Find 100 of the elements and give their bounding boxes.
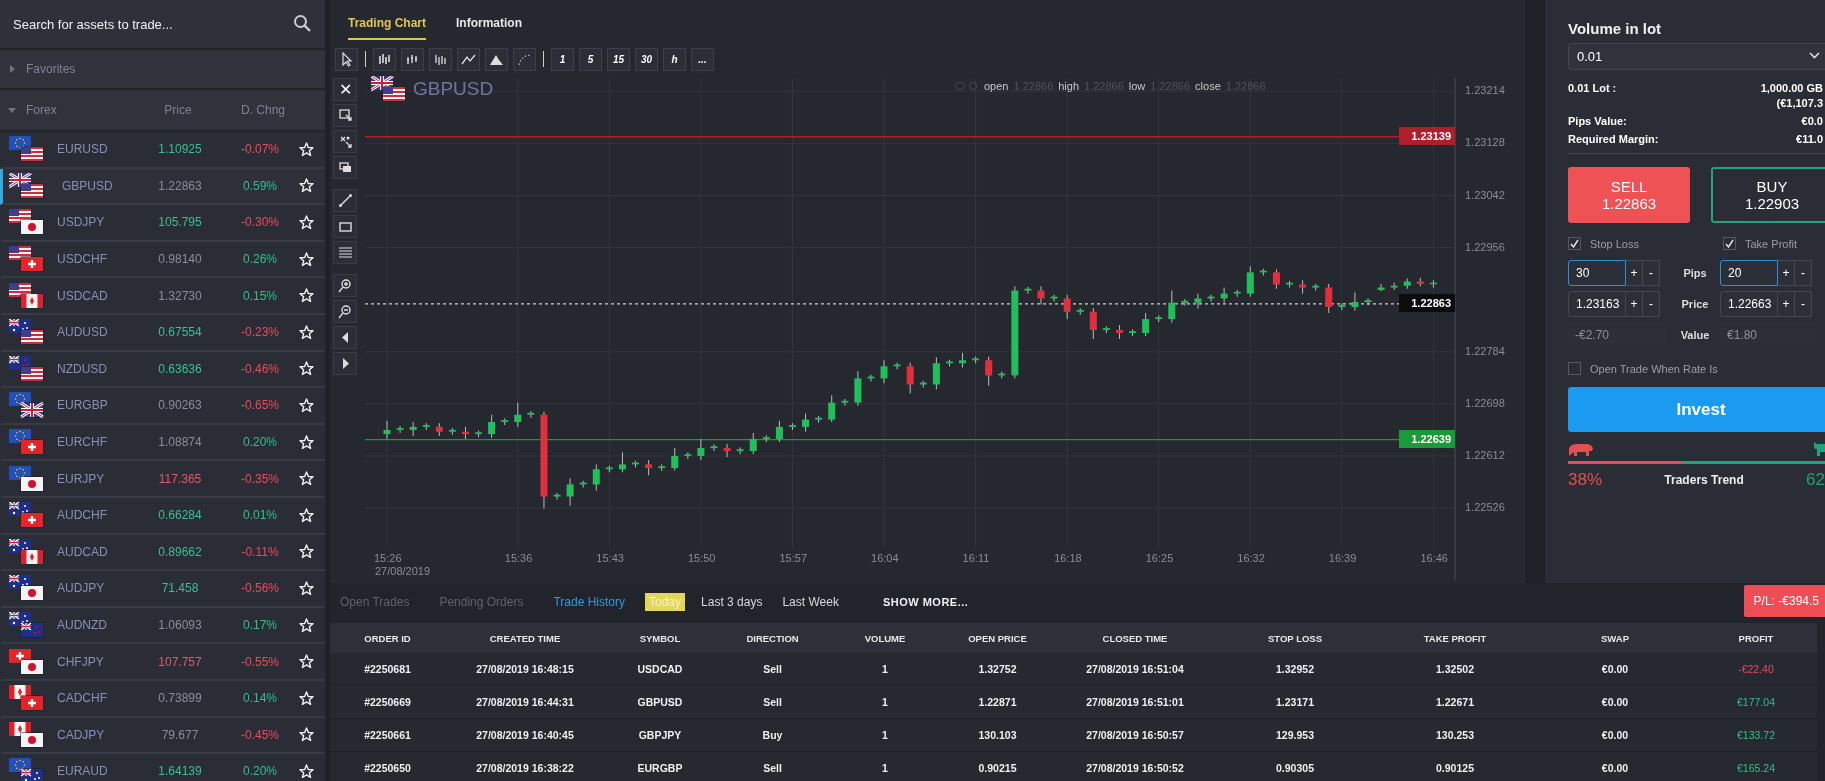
table-cell: 27/08/2019 16:38:22 xyxy=(445,752,605,781)
asset-symbol: CADCHF xyxy=(57,691,108,706)
stepper-button[interactable]: - xyxy=(1643,291,1660,317)
price-axis-label: 1.23214 xyxy=(1465,84,1505,97)
star-icon[interactable] xyxy=(299,471,314,487)
asset-row[interactable]: CHFJPY 107.757 -0.55% xyxy=(0,644,325,681)
number-field[interactable]: 20 xyxy=(1720,260,1778,286)
asset-row[interactable]: EURGBP 0.90263 -0.65% xyxy=(0,388,325,425)
drawing-tool-button[interactable] xyxy=(333,104,357,127)
timeframe-button[interactable]: ... xyxy=(691,47,714,71)
stepper-button[interactable]: + xyxy=(1626,260,1643,286)
asset-row[interactable]: EURAUD 1.64139 0.20% xyxy=(0,754,325,781)
table-cell: 0.90125 xyxy=(1375,752,1535,781)
pointer-button[interactable] xyxy=(335,47,358,71)
drawing-tool-button[interactable] xyxy=(333,274,357,297)
period-filter[interactable]: Last Week xyxy=(778,593,843,611)
chart-tab[interactable]: Trading Chart xyxy=(348,16,426,40)
drawing-tool-button[interactable] xyxy=(333,156,357,179)
stepper-button[interactable]: - xyxy=(1795,260,1812,286)
drawing-tool-button[interactable] xyxy=(333,130,357,153)
chart-type-button[interactable] xyxy=(457,47,480,71)
checkbox-label: Stop Loss xyxy=(1590,237,1639,250)
drawing-tool-button[interactable] xyxy=(333,189,357,212)
asset-row[interactable]: CADJPY 79.677 -0.45% xyxy=(0,717,325,755)
trades-tab[interactable]: Trade History xyxy=(553,595,625,609)
timeframe-button[interactable]: 15 xyxy=(607,47,630,71)
asset-row[interactable]: AUDJPY 71.458 -0.56% xyxy=(0,571,325,608)
stepper-button[interactable]: - xyxy=(1795,291,1812,317)
stepper-button[interactable]: + xyxy=(1778,291,1795,317)
star-icon[interactable] xyxy=(299,617,314,633)
candlestick xyxy=(514,402,522,428)
number-field[interactable]: 1.23163 xyxy=(1568,291,1626,317)
drawing-tool-button[interactable] xyxy=(333,326,357,349)
checkbox[interactable] xyxy=(1568,362,1581,375)
timeframe-button[interactable]: 5 xyxy=(579,47,602,71)
asset-row[interactable]: USDCAD 1.32730 0.15% xyxy=(0,278,325,315)
chart-type-button[interactable] xyxy=(485,47,508,71)
search-field[interactable]: Search for assets to trade... xyxy=(0,0,325,48)
asset-row[interactable]: EURJPY 117.365 -0.35% xyxy=(0,461,325,498)
star-icon[interactable] xyxy=(299,434,314,450)
star-icon[interactable] xyxy=(299,763,314,779)
asset-row[interactable]: USDCHF 0.98140 0.26% xyxy=(0,241,325,279)
star-icon[interactable] xyxy=(299,690,314,706)
chart-type-button[interactable] xyxy=(429,47,452,71)
timeframe-button[interactable]: 1 xyxy=(551,47,574,71)
checkbox[interactable] xyxy=(1723,237,1736,250)
checkbox[interactable] xyxy=(1568,237,1581,250)
stepper-button[interactable]: - xyxy=(1643,260,1660,286)
star-icon[interactable] xyxy=(299,215,314,230)
drawing-tool-button[interactable] xyxy=(333,215,357,238)
chart-type-button[interactable] xyxy=(401,47,424,71)
star-icon[interactable] xyxy=(299,507,314,523)
rectangle-icon xyxy=(337,219,353,234)
number-field[interactable]: 30 xyxy=(1568,260,1626,286)
chart-tab[interactable]: Information xyxy=(456,16,522,40)
period-filter[interactable]: Last 3 days xyxy=(697,593,767,611)
star-icon[interactable] xyxy=(299,251,314,267)
asset-row[interactable]: NZDUSD 0.63636 -0.46% xyxy=(0,351,325,389)
asset-row[interactable]: AUDCHF 0.66284 0.01% xyxy=(0,497,325,535)
asset-row[interactable]: USDJPY 105.795 -0.30% xyxy=(0,205,325,242)
star-icon[interactable] xyxy=(299,580,314,596)
chart-type-button[interactable] xyxy=(373,47,396,71)
asset-row[interactable]: AUDNZD 1.06093 0.17% xyxy=(0,607,325,645)
star-icon[interactable] xyxy=(299,727,314,743)
column-header: SWAP xyxy=(1535,623,1695,653)
star-icon[interactable] xyxy=(299,397,314,413)
asset-row[interactable]: AUDUSD 0.67554 -0.23% xyxy=(0,314,325,352)
number-field[interactable]: 1.22663 xyxy=(1720,291,1778,317)
check-icon xyxy=(1725,239,1734,248)
daily-change: 0.26% xyxy=(242,252,278,267)
stepper-button[interactable]: + xyxy=(1778,260,1795,286)
timeframe-button[interactable]: 30 xyxy=(635,47,658,71)
candlestick xyxy=(697,438,705,461)
stepper-button[interactable]: + xyxy=(1626,291,1643,317)
asset-row[interactable]: CADCHF 0.73899 0.14% xyxy=(0,680,325,718)
asset-symbol: EURJPY xyxy=(57,471,106,486)
buy-button[interactable]: BUY 1.22903 xyxy=(1711,167,1825,223)
candlestick xyxy=(1063,294,1071,320)
close-button[interactable]: ✕ xyxy=(333,78,357,101)
table-cell: 130.103 xyxy=(940,719,1055,752)
star-icon[interactable] xyxy=(299,288,314,304)
table-cell: 27/08/2019 16:44:31 xyxy=(445,686,605,719)
table-cell: 1.32952 xyxy=(1215,653,1375,686)
star-icon[interactable] xyxy=(299,361,314,377)
star-icon[interactable] xyxy=(299,141,314,157)
timeframe-button[interactable]: h xyxy=(663,47,686,71)
star-icon[interactable] xyxy=(299,324,314,340)
show-more-button[interactable]: SHOW MORE... xyxy=(882,596,969,608)
star-icon[interactable] xyxy=(299,544,314,560)
asset-row[interactable]: AUDCAD 0.89662 -0.11% xyxy=(0,534,325,572)
asset-row[interactable]: EURCHF 1.08874 0.20% xyxy=(0,424,325,462)
search-icon[interactable] xyxy=(293,14,311,32)
drawing-tool-button[interactable] xyxy=(333,352,357,375)
drawing-tool-button[interactable] xyxy=(333,300,357,323)
asset-row[interactable]: GBPUSD 1.22863 0.59% xyxy=(0,168,325,206)
table-cell: 0.90215 xyxy=(940,752,1055,781)
sell-button[interactable]: SELL 1.22863 xyxy=(1568,167,1690,223)
star-icon[interactable] xyxy=(299,178,314,194)
star-icon[interactable] xyxy=(299,654,314,670)
volume-dropdown[interactable]: 0.01 xyxy=(1568,43,1825,70)
